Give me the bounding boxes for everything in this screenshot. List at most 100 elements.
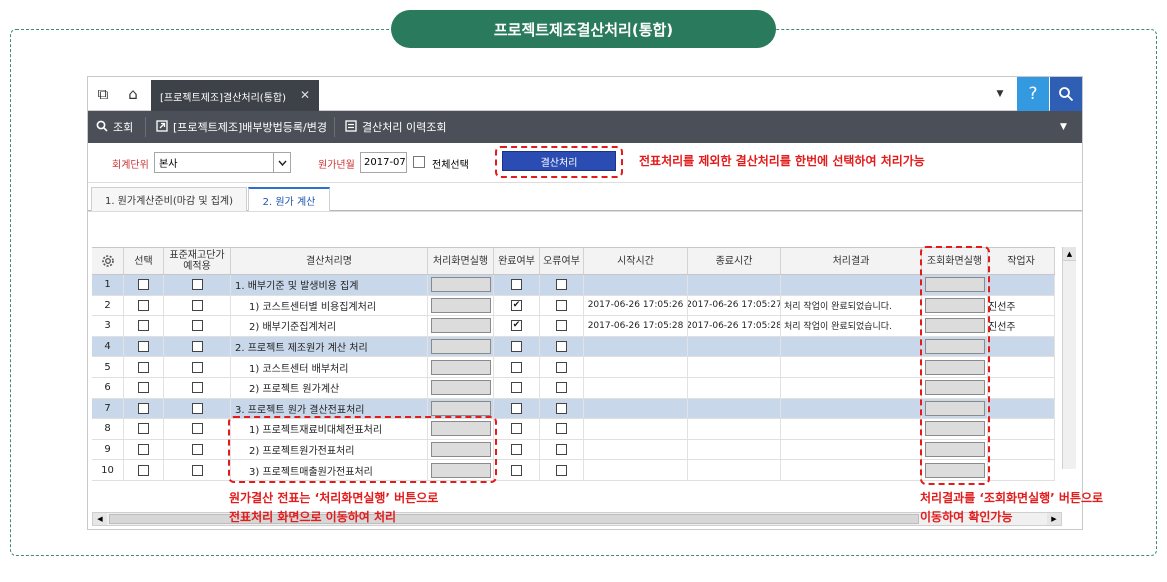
standard-price-checkbox[interactable] (191, 464, 203, 476)
process-run-button[interactable] (430, 359, 491, 375)
query-button[interactable]: 조회 (96, 111, 133, 143)
chevron-down-icon[interactable]: ▼ (988, 77, 1012, 111)
select-checkbox[interactable] (138, 279, 149, 291)
worker-name (988, 275, 1055, 295)
select-checkbox[interactable] (138, 299, 149, 311)
error-checkbox[interactable] (556, 464, 567, 476)
search-icon[interactable] (1050, 77, 1082, 111)
error-checkbox[interactable] (556, 402, 567, 414)
select-checkbox[interactable] (138, 444, 149, 456)
home-icon[interactable]: ⌂ (118, 77, 148, 111)
column-header[interactable]: 완료여부 (494, 248, 540, 274)
standard-price-checkbox[interactable] (191, 320, 203, 332)
standard-price-checkbox[interactable] (191, 299, 203, 311)
done-checkbox-cell (494, 419, 540, 439)
window-export-icon[interactable]: ⧉ (88, 77, 118, 111)
done-checkbox[interactable]: ✔ (511, 299, 522, 311)
error-checkbox[interactable] (556, 320, 567, 332)
gear-icon[interactable] (92, 248, 124, 274)
scroll-right-icon[interactable]: ▶ (1047, 513, 1061, 525)
worker-name (988, 378, 1055, 398)
error-checkbox[interactable] (556, 299, 567, 311)
error-checkbox[interactable] (556, 361, 567, 373)
vertical-scrollbar[interactable]: ▲ (1062, 247, 1076, 469)
query-label: 조회 (113, 121, 134, 134)
process-run-button[interactable] (430, 380, 491, 396)
column-header[interactable]: 처리화면실행 (428, 248, 494, 274)
column-header[interactable]: 결산처리명 (231, 248, 428, 274)
done-checkbox[interactable] (511, 402, 522, 414)
table-row[interactable]: 5 1) 코스트센터 배부처리 (92, 357, 1055, 378)
select-checkbox[interactable] (138, 464, 149, 476)
standard-price-checkbox[interactable] (191, 361, 203, 373)
standard-price-checkbox[interactable] (191, 402, 203, 414)
select-checkbox[interactable] (138, 320, 149, 332)
process-run-button[interactable] (430, 400, 491, 416)
error-checkbox[interactable] (556, 279, 567, 291)
column-header[interactable]: 표준재고단가 예적용 (164, 248, 231, 274)
unit-select[interactable]: 본사 (154, 152, 291, 173)
column-header[interactable]: 선택 (124, 248, 164, 274)
select-checkbox[interactable] (138, 382, 149, 394)
process-run-button[interactable] (430, 318, 491, 334)
help-button[interactable]: ? (1017, 77, 1049, 111)
allocation-method-button[interactable]: [프로젝트제조]배부방법등록/변경 (156, 111, 327, 143)
close-icon[interactable]: ✕ (300, 88, 310, 102)
table-row[interactable]: 1 1. 배부기준 및 발생비용 집계 (92, 275, 1055, 296)
process-run-button[interactable] (430, 297, 491, 313)
done-checkbox[interactable] (511, 361, 522, 373)
standard-price-checkbox[interactable] (191, 444, 203, 456)
standard-price-checkbox[interactable] (191, 279, 203, 291)
select-checkbox[interactable] (138, 402, 149, 414)
done-checkbox[interactable] (511, 444, 522, 456)
done-checkbox[interactable] (511, 423, 522, 435)
standard-price-checkbox[interactable] (191, 382, 203, 394)
view-column-highlight (920, 246, 990, 485)
chevron-down-icon[interactable]: ▼ (1060, 111, 1067, 143)
table-row[interactable]: 3 2) 배부기준집계처리 ✔ 2017-06-26 17:05:28 2017-06-… (92, 316, 1055, 337)
done-checkbox[interactable] (511, 341, 522, 353)
error-checkbox[interactable] (556, 423, 567, 435)
standard-price-checkbox[interactable] (191, 341, 203, 353)
done-checkbox[interactable]: ✔ (511, 320, 522, 332)
error-checkbox[interactable] (556, 444, 567, 456)
select-checkbox-cell (124, 316, 164, 336)
period-input[interactable]: 2017-07 (360, 152, 407, 173)
tab-cost-calc[interactable]: 2. 원가 계산 (248, 187, 330, 212)
error-checkbox-cell (540, 316, 584, 336)
start-time (584, 357, 688, 377)
scroll-up-icon[interactable]: ▲ (1063, 247, 1076, 261)
error-checkbox[interactable] (556, 341, 567, 353)
done-checkbox-cell: ✔ (494, 316, 540, 336)
history-button[interactable]: 결산처리 이력조회 (345, 111, 446, 143)
column-header[interactable]: 오류여부 (540, 248, 584, 274)
row-number: 3 (92, 316, 124, 336)
column-header[interactable]: 종료시간 (688, 248, 781, 274)
row-number: 8 (92, 419, 124, 439)
select-checkbox[interactable] (138, 341, 149, 353)
standard-price-checkbox[interactable] (191, 423, 203, 435)
select-checkbox[interactable] (138, 361, 149, 373)
process-run-button[interactable] (430, 277, 491, 293)
table-row[interactable]: 6 2) 프로젝트 원가계산 (92, 378, 1055, 399)
error-checkbox[interactable] (556, 382, 567, 394)
tab-closing[interactable]: [프로젝트제조]결산처리(통합) ✕ (151, 80, 319, 112)
scroll-left-icon[interactable]: ◀ (93, 513, 107, 525)
table-row[interactable]: 2 1) 코스트센터별 비용집계처리 ✔ 2017-06-26 17:05:26 201… (92, 295, 1055, 317)
done-checkbox[interactable] (511, 464, 522, 476)
tab-cost-prep[interactable]: 1. 원가계산준비(마감 및 집계) (91, 187, 247, 211)
worker-name (988, 460, 1055, 480)
standard-price-checkbox-cell (164, 295, 231, 316)
table-row[interactable]: 4 2. 프로젝트 제조원가 계산 처리 (92, 336, 1055, 358)
column-header[interactable]: 처리결과 (781, 248, 922, 274)
start-time (584, 439, 688, 460)
column-header[interactable]: 작업자 (988, 248, 1055, 274)
start-time (584, 336, 688, 357)
select-all-checkbox[interactable] (413, 156, 425, 168)
done-checkbox[interactable] (511, 279, 522, 291)
select-checkbox[interactable] (138, 423, 149, 435)
done-checkbox[interactable] (511, 382, 522, 394)
error-checkbox-cell (540, 398, 584, 419)
column-header[interactable]: 시작시간 (584, 248, 688, 274)
process-run-button[interactable] (430, 339, 491, 355)
